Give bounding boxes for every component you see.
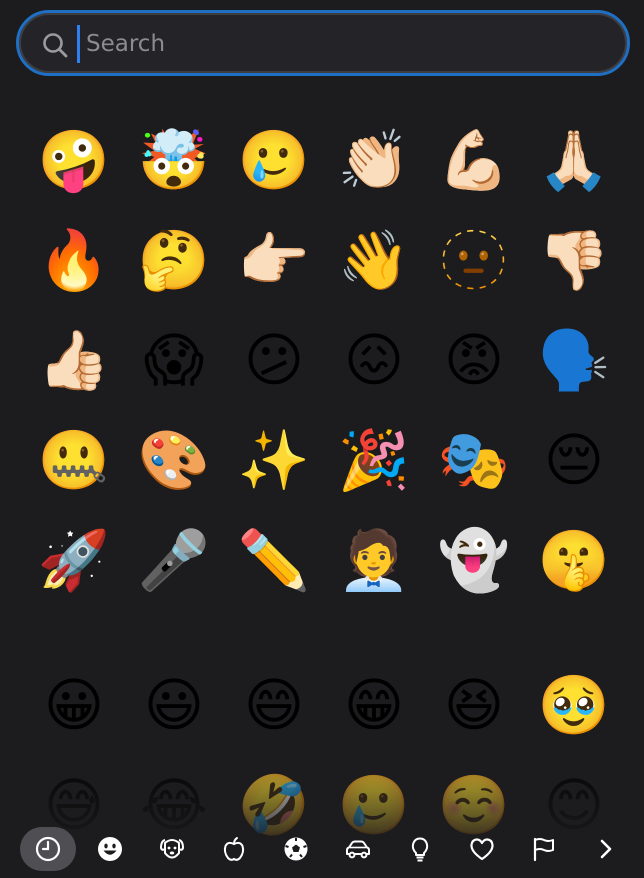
lightbulb-icon [411,837,429,862]
emoji-cell[interactable]: 😔 [524,410,624,510]
emoji-cell[interactable]: 🎨 [124,410,224,510]
tab-smileys-people[interactable] [82,827,138,871]
emoji-cell[interactable]: 😀 [24,655,124,755]
clock-icon [35,836,61,862]
emoji-cell[interactable]: 👋 [324,210,424,310]
emoji-cell[interactable]: 🧑‍💼 [324,510,424,610]
tab-activity[interactable] [268,827,324,871]
search-bar[interactable] [16,10,630,76]
emoji-cell[interactable]: 🤪 [24,110,124,210]
emoji-cell[interactable]: 🎭 [424,410,524,510]
emoji-cell[interactable]: 👍🏻 [24,310,124,410]
tab-recent[interactable] [20,827,76,871]
emoji-picker-panel: 🤪 🤯 🥲 👏🏻 💪🏻 🙏🏻 🔥 🤔 👉🏻 👋 🫥 👎🏻 👍🏻 😱 😕 😖 😡 … [0,0,644,878]
tab-food-drink[interactable] [206,827,262,871]
emoji-cell[interactable]: 👉🏻 [224,210,324,310]
emoji-cell[interactable]: 🎉 [324,410,424,510]
tab-objects[interactable] [392,827,448,871]
emoji-cell[interactable]: 🥲 [224,110,324,210]
emoji-cell[interactable]: 🙏🏻 [524,110,624,210]
tab-travel-places[interactable] [330,827,386,871]
dog-icon [159,839,185,859]
tab-animals-nature[interactable] [144,827,200,871]
emoji-cell[interactable]: 🚀 [24,510,124,610]
emoji-cell[interactable]: 👻 [424,510,524,610]
emoji-cell[interactable]: ✨ [224,410,324,510]
emoji-cell[interactable]: 😡 [424,310,524,410]
search-input[interactable] [77,25,606,63]
category-tab-bar [0,820,644,878]
emoji-cell[interactable]: 🫥 [424,210,524,310]
more-categories-button[interactable] [578,827,634,871]
emoji-cell[interactable]: 👏🏻 [324,110,424,210]
emoji-cell[interactable]: 😄 [224,655,324,755]
emoji-cell[interactable]: 😱 [124,310,224,410]
soccer-ball-icon [284,837,308,861]
recent-emoji-grid: 🤪 🤯 🥲 👏🏻 💪🏻 🙏🏻 🔥 🤔 👉🏻 👋 🫥 👎🏻 👍🏻 😱 😕 😖 😡 … [24,110,624,610]
emoji-cell[interactable]: 😕 [224,310,324,410]
emoji-cell[interactable]: 😃 [124,655,224,755]
emoji-cell[interactable]: 🎤 [124,510,224,610]
emoji-cell[interactable]: 🤔 [124,210,224,310]
emoji-cell[interactable]: 🥹 [524,655,624,755]
emoji-cell[interactable]: 😆 [424,655,524,755]
smiley-icon [98,837,122,861]
apple-icon [223,837,245,861]
search-icon [43,33,68,58]
emoji-cell[interactable]: 🔥 [24,210,124,310]
emoji-cell[interactable]: 🤯 [124,110,224,210]
flag-icon [533,837,554,862]
emoji-cell[interactable]: 🤫 [524,510,624,610]
tab-flags[interactable] [516,827,572,871]
emoji-cell[interactable]: 😁 [324,655,424,755]
heart-icon [470,838,494,861]
emoji-cell[interactable]: ✏️ [224,510,324,610]
scrollbar[interactable] [638,0,642,878]
emoji-cell[interactable]: 💪🏻 [424,110,524,210]
emoji-cell[interactable]: 👎🏻 [524,210,624,310]
emoji-cell[interactable]: 😖 [324,310,424,410]
chevron-right-icon [600,839,612,859]
tab-symbols[interactable] [454,827,510,871]
car-icon [346,840,370,859]
emoji-cell[interactable]: 🗣️ [524,310,624,410]
emoji-cell[interactable]: 🤐 [24,410,124,510]
